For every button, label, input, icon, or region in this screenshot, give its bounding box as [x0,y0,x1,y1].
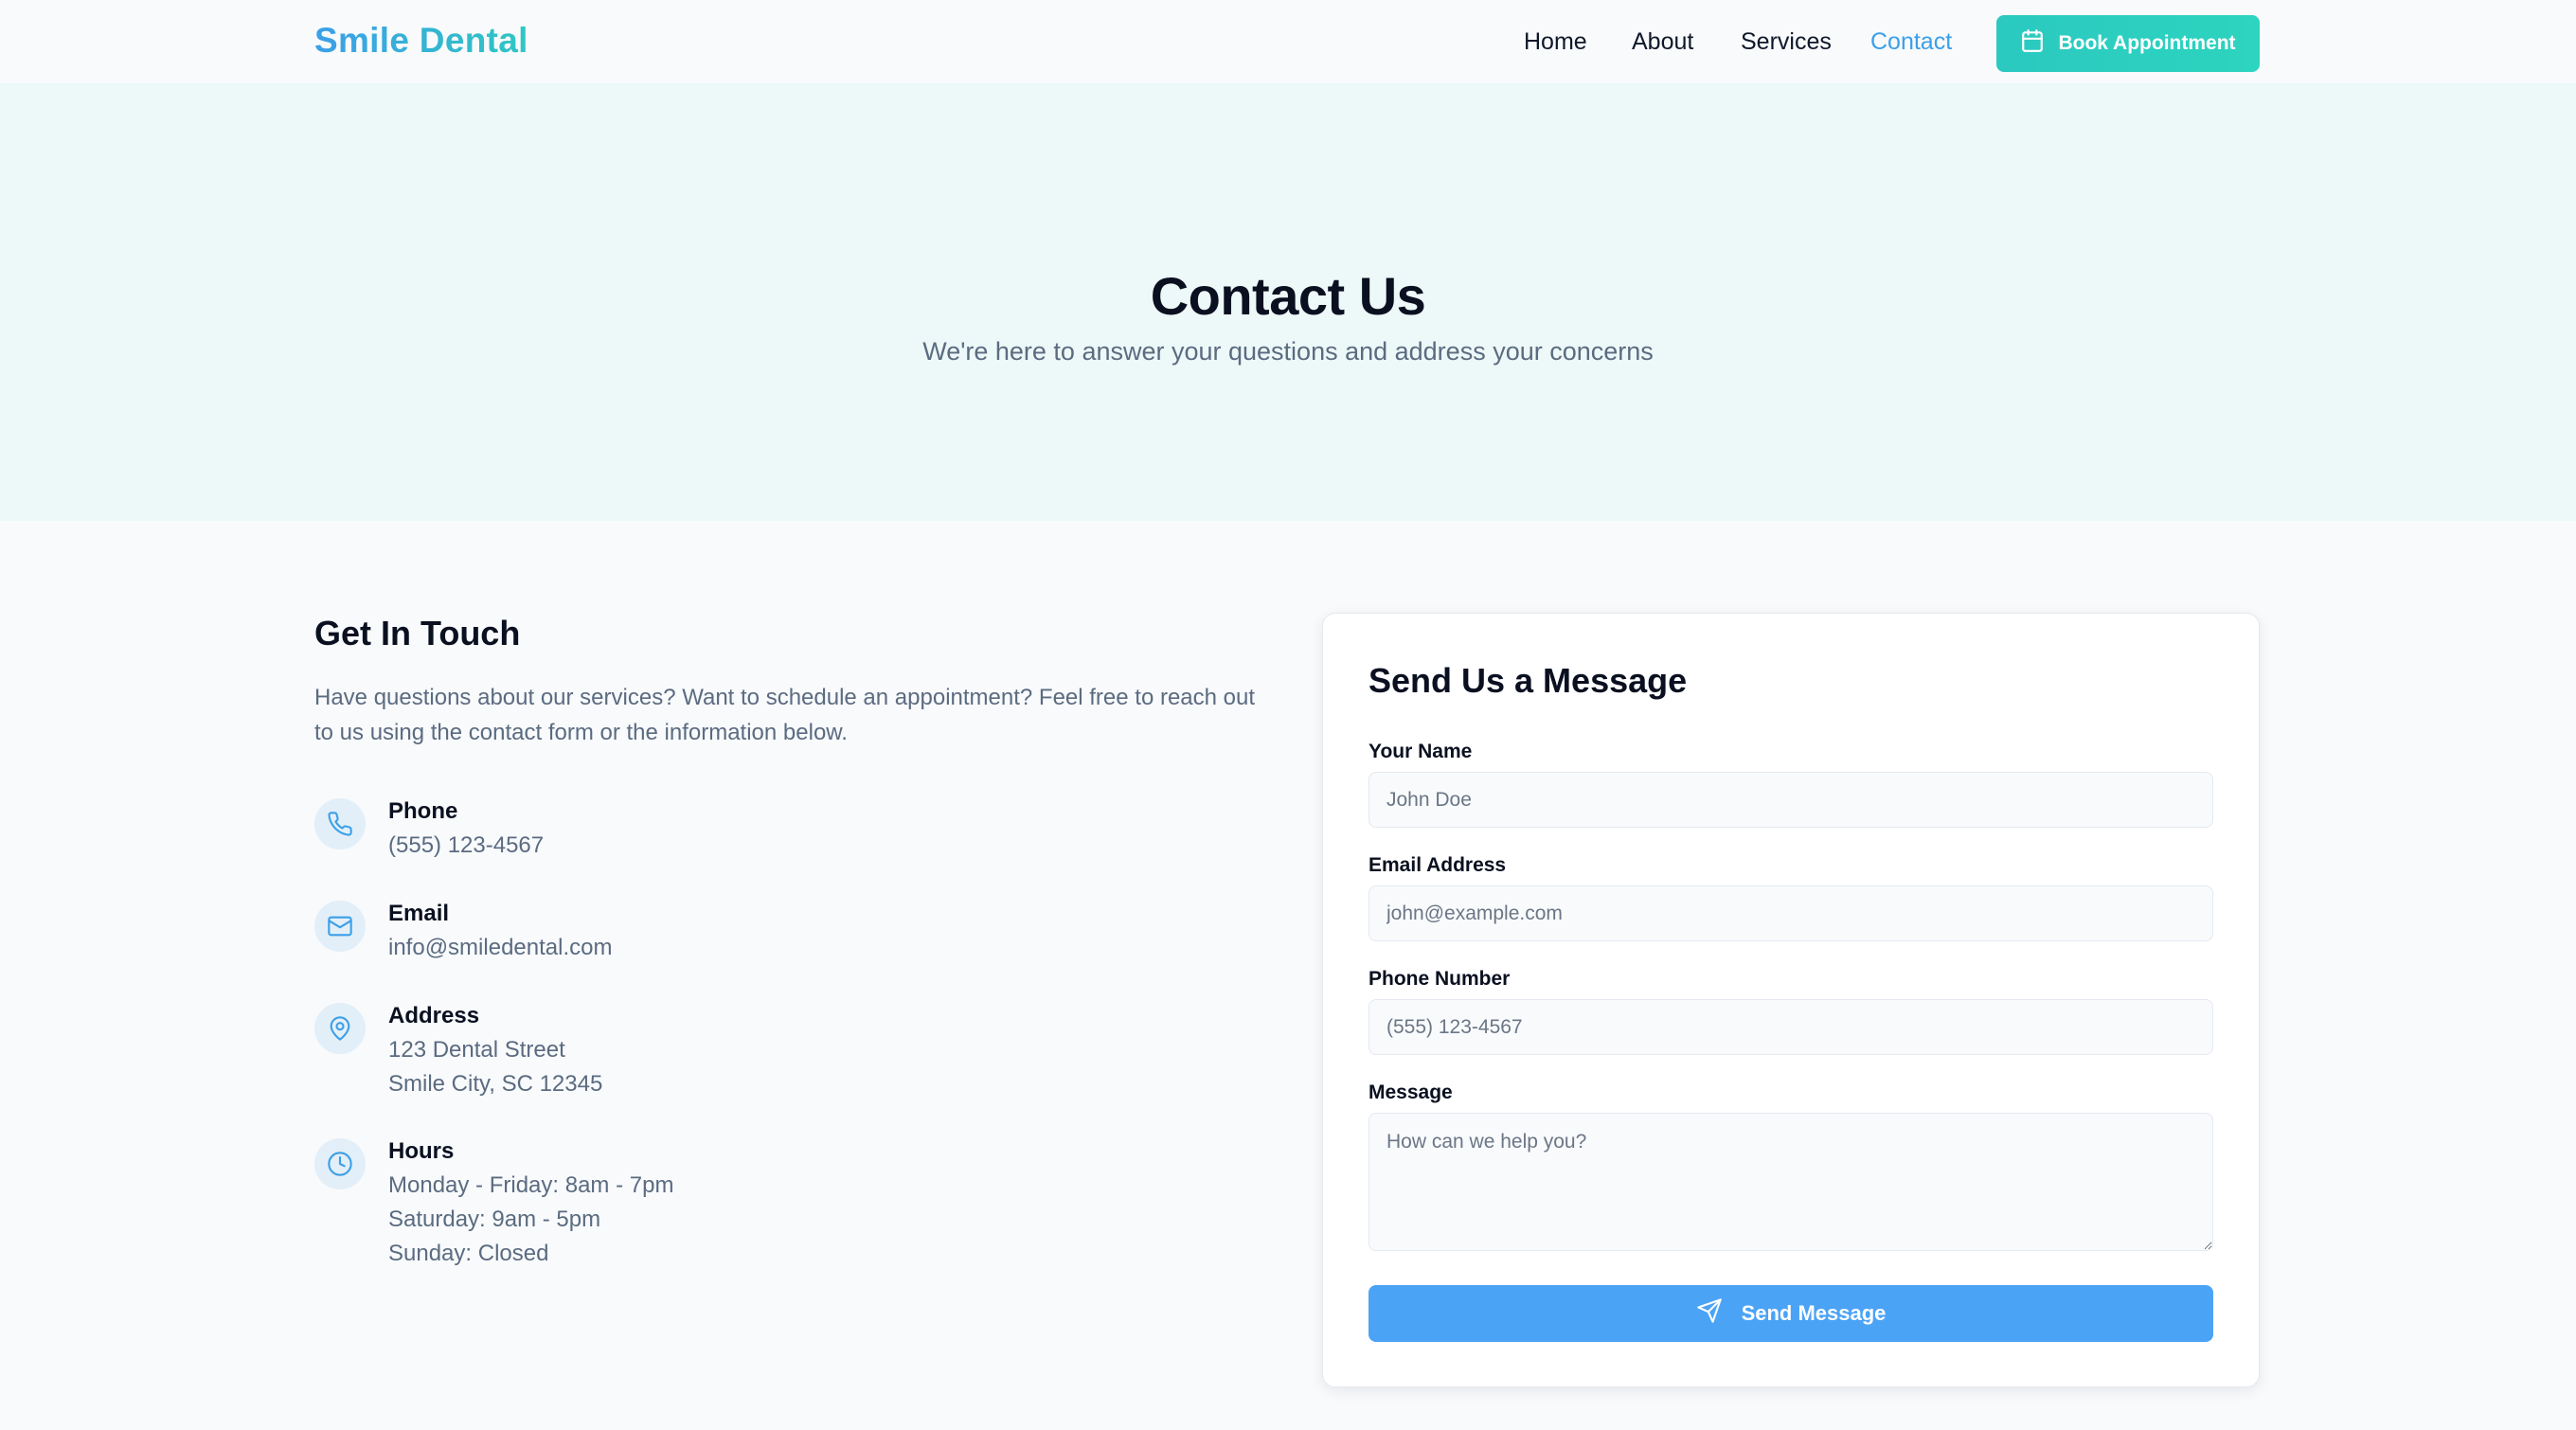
nav-link-contact[interactable]: Contact [1870,28,1952,56]
send-icon [1696,1297,1723,1330]
email-input[interactable] [1368,885,2213,941]
name-input[interactable] [1368,772,2213,828]
page-subtitle: We're here to answer your questions and … [922,337,1654,366]
phone-number[interactable]: (555) 123-4567 [388,832,544,859]
nav-link-home[interactable]: Home [1524,28,1587,56]
nav-link-about[interactable]: About [1632,28,1693,56]
email-label: Email Address [1368,854,1507,876]
address-line: 123 Dental Street [388,1037,565,1063]
hours-line: Monday - Friday: 8am - 7pm [388,1172,674,1198]
hours-line: Sunday: Closed [388,1241,549,1266]
email-address[interactable]: info@smiledental.com [388,935,612,961]
map-pin-icon [314,1003,366,1054]
contact-item-label: Phone [388,798,458,824]
clock-icon [314,1138,366,1189]
contact-item-label: Email [388,901,450,926]
send-message-label: Send Message [1741,1301,1887,1325]
contact-info-title: Get In Touch [314,614,521,652]
page-title: Contact Us [1150,266,1426,326]
name-label: Your Name [1368,741,1473,762]
mail-icon [314,901,366,952]
contact-item-label: Hours [388,1138,455,1164]
address-line: Smile City, SC 12345 [388,1071,603,1097]
message-label: Message [1368,1081,1453,1103]
phone-label: Phone Number [1368,968,1511,990]
top-navbar: Smile Dental Home About Services Contact… [0,0,2576,83]
nav-link-services[interactable]: Services [1741,28,1832,56]
book-appointment-button[interactable]: Book Appointment [1996,15,2260,72]
phone-icon [314,798,366,849]
contact-info-description: Have questions about our services? Want … [314,685,1256,745]
book-appointment-label: Book Appointment [2058,32,2236,54]
hero-section: Contact Us We're here to answer your que… [0,83,2576,521]
phone-input[interactable] [1368,999,2213,1055]
form-title: Send Us a Message [1368,661,1688,700]
hours-line: Saturday: 9am - 5pm [388,1207,601,1232]
message-textarea[interactable] [1368,1113,2213,1251]
send-message-button[interactable]: Send Message [1368,1285,2213,1342]
site-logo[interactable]: Smile Dental [314,21,528,61]
calendar-icon [2020,28,2045,59]
contact-item-label: Address [388,1003,480,1028]
contact-form-card: Send Us a Message Your Name Email Addres… [1322,613,2260,1387]
